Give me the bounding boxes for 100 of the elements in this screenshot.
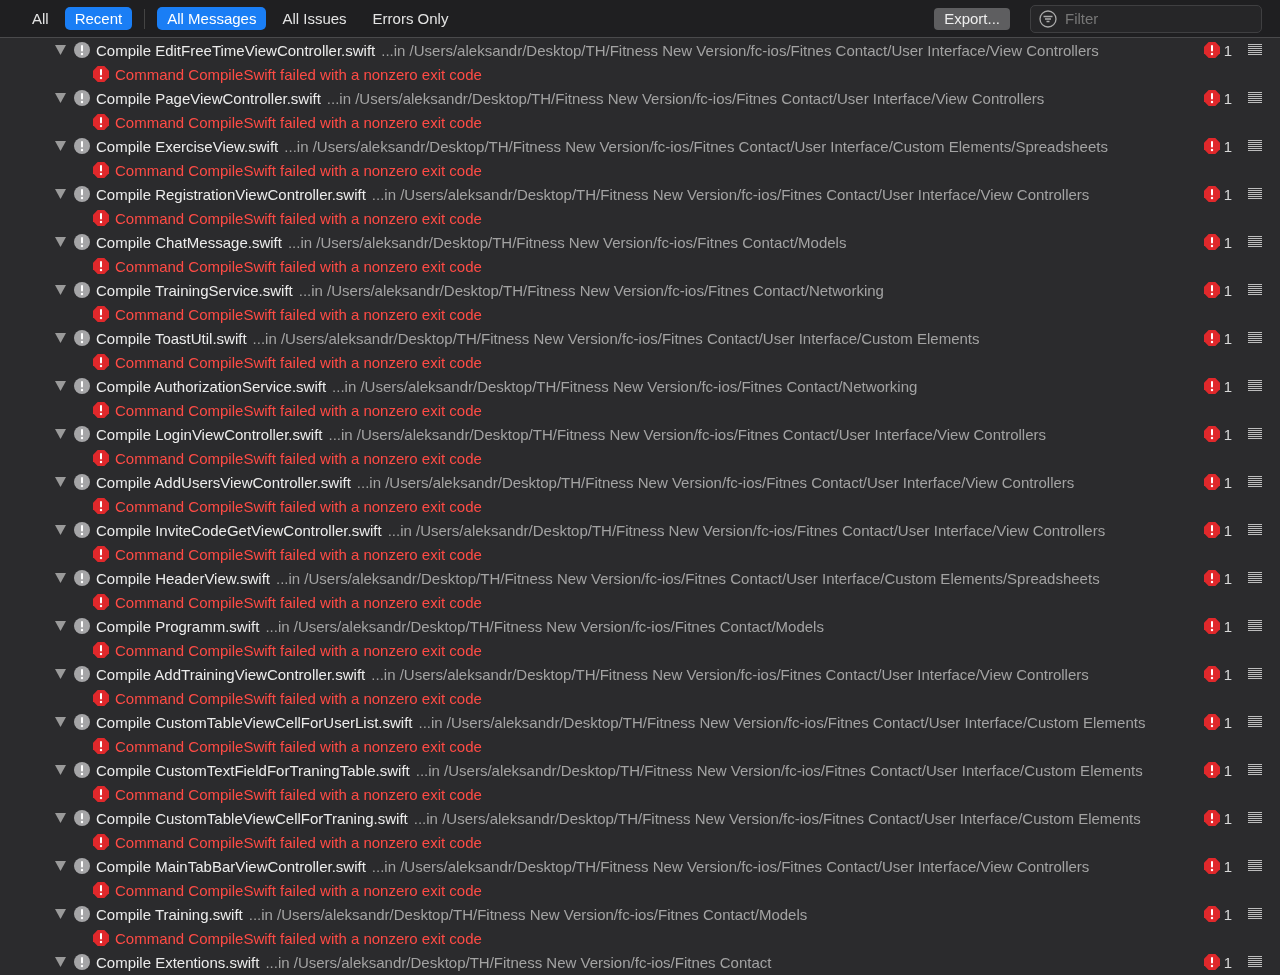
error-icon bbox=[93, 546, 109, 562]
disclosure-triangle-icon[interactable] bbox=[55, 621, 66, 631]
issue-count: 1 bbox=[1223, 761, 1232, 779]
error-message: Command CompileSwift failed with a nonzero exit code bbox=[115, 833, 482, 851]
filter-tab[interactable]: Errors Only bbox=[362, 7, 459, 30]
error-message: Command CompileSwift failed with a nonzero exit code bbox=[115, 449, 482, 467]
error-message: Command CompileSwift failed with a nonzero exit code bbox=[115, 497, 482, 515]
list-lines-icon[interactable] bbox=[1248, 668, 1262, 680]
issue-count: 1 bbox=[1223, 857, 1232, 875]
issue-count: 1 bbox=[1223, 41, 1232, 59]
list-lines-icon[interactable] bbox=[1248, 236, 1262, 248]
issue-title: Compile InviteCodeGetViewController.swift bbox=[96, 521, 382, 539]
error-message: Command CompileSwift failed with a nonzero exit code bbox=[115, 545, 482, 563]
issue-count: 1 bbox=[1223, 281, 1232, 299]
list-lines-icon[interactable] bbox=[1248, 716, 1262, 728]
error-message: Command CompileSwift failed with a nonzero exit code bbox=[115, 257, 482, 275]
issue-title: Compile PageViewController.swift bbox=[96, 89, 321, 107]
disclosure-triangle-icon[interactable] bbox=[55, 429, 66, 439]
export-button[interactable]: Export... bbox=[934, 7, 1010, 30]
issue-title: Compile AddUsersViewController.swift bbox=[96, 473, 351, 491]
issue-title: Compile ToastUtil.swift bbox=[96, 329, 247, 347]
warning-circle-icon bbox=[74, 618, 90, 634]
issue-location: ...in /Users/aleksandr/Desktop/TH/Fitness New Version/fc-ios/Fitnes Contact/Networking bbox=[298, 281, 885, 299]
disclosure-triangle-icon[interactable] bbox=[55, 45, 66, 55]
disclosure-triangle-icon[interactable] bbox=[55, 717, 66, 727]
issue-location: ...in /Users/aleksandr/Desktop/TH/Fitness New Version/fc-ios/Fitnes Contact/User Interface/Custom Elements bbox=[252, 329, 981, 347]
list-lines-icon[interactable] bbox=[1248, 188, 1262, 200]
list-lines-icon[interactable] bbox=[1248, 92, 1262, 104]
error-icon bbox=[93, 66, 109, 82]
error-message: Command CompileSwift failed with a nonzero exit code bbox=[115, 161, 482, 179]
list-lines-icon[interactable] bbox=[1248, 524, 1262, 536]
list-lines-icon[interactable] bbox=[1248, 812, 1262, 824]
disclosure-triangle-icon[interactable] bbox=[55, 381, 66, 391]
disclosure-triangle-icon[interactable] bbox=[55, 237, 66, 247]
warning-circle-icon bbox=[74, 714, 90, 730]
list-lines-icon[interactable] bbox=[1248, 620, 1262, 632]
filter-tab[interactable]: All Issues bbox=[272, 7, 357, 30]
disclosure-triangle-icon[interactable] bbox=[55, 333, 66, 343]
issue-location: ...in /Users/aleksandr/Desktop/TH/Fitness New Version/fc-ios/Fitnes Contact/User Interface/Custom Elements bbox=[418, 713, 1147, 731]
error-icon bbox=[93, 594, 109, 610]
issue-location: ...in /Users/aleksandr/Desktop/TH/Fitness New Version/fc-ios/Fitnes Contact/Models bbox=[248, 905, 809, 923]
disclosure-triangle-icon[interactable] bbox=[55, 861, 66, 871]
issue-title: Compile Programm.swift bbox=[96, 617, 260, 635]
error-icon bbox=[1203, 282, 1220, 298]
issue-title: Compile CustomTableViewCellForTraning.swift bbox=[96, 809, 408, 827]
error-icon bbox=[1203, 618, 1220, 634]
disclosure-triangle-icon[interactable] bbox=[55, 189, 66, 199]
list-lines-icon[interactable] bbox=[1248, 908, 1262, 920]
warning-circle-icon bbox=[74, 234, 90, 250]
list-lines-icon[interactable] bbox=[1248, 956, 1262, 968]
warning-circle-icon bbox=[74, 954, 90, 970]
issue-location: ...in /Users/aleksandr/Desktop/TH/Fitness New Version/fc-ios/Fitnes Contact/Networking bbox=[332, 377, 919, 395]
list-lines-icon[interactable] bbox=[1248, 44, 1262, 56]
disclosure-triangle-icon[interactable] bbox=[55, 477, 66, 487]
scope-tab[interactable]: Recent bbox=[64, 7, 133, 30]
scope-tab[interactable]: All bbox=[22, 7, 59, 30]
filter-icon bbox=[1039, 9, 1057, 28]
issue-location: ...in /Users/aleksandr/Desktop/TH/Fitness New Version/fc-ios/Fitnes Contact/User Interface/View Controllers bbox=[371, 185, 1091, 203]
disclosure-triangle-icon[interactable] bbox=[55, 525, 66, 535]
disclosure-triangle-icon[interactable] bbox=[55, 909, 66, 919]
warning-circle-icon bbox=[74, 570, 90, 586]
disclosure-triangle-icon[interactable] bbox=[55, 669, 66, 679]
issue-title: Compile ExerciseView.swift bbox=[96, 137, 279, 155]
error-message: Command CompileSwift failed with a nonzero exit code bbox=[115, 305, 482, 323]
list-lines-icon[interactable] bbox=[1248, 572, 1262, 584]
disclosure-triangle-icon[interactable] bbox=[55, 285, 66, 295]
warning-circle-icon bbox=[74, 666, 90, 682]
disclosure-triangle-icon[interactable] bbox=[55, 93, 66, 103]
error-message: Command CompileSwift failed with a nonzero exit code bbox=[115, 929, 482, 947]
issue-title: Compile ChatMessage.swift bbox=[96, 233, 282, 251]
error-icon bbox=[1203, 138, 1220, 154]
disclosure-triangle-icon[interactable] bbox=[55, 141, 66, 151]
error-message: Command CompileSwift failed with a nonzero exit code bbox=[115, 113, 482, 131]
list-lines-icon[interactable] bbox=[1248, 284, 1262, 296]
list-lines-icon[interactable] bbox=[1248, 428, 1262, 440]
list-lines-icon[interactable] bbox=[1248, 860, 1262, 872]
list-lines-icon[interactable] bbox=[1248, 140, 1262, 152]
error-message: Command CompileSwift failed with a nonzero exit code bbox=[115, 689, 482, 707]
error-icon bbox=[93, 498, 109, 514]
filter-tab[interactable]: All Messages bbox=[157, 7, 267, 30]
error-icon bbox=[93, 258, 109, 274]
error-icon bbox=[1203, 954, 1220, 970]
warning-circle-icon bbox=[74, 378, 90, 394]
warning-circle-icon bbox=[74, 90, 90, 106]
error-message: Command CompileSwift failed with a nonzero exit code bbox=[115, 641, 482, 659]
disclosure-triangle-icon[interactable] bbox=[55, 813, 66, 823]
list-lines-icon[interactable] bbox=[1248, 332, 1262, 344]
disclosure-triangle-icon[interactable] bbox=[55, 957, 66, 967]
disclosure-triangle-icon[interactable] bbox=[55, 573, 66, 583]
error-icon bbox=[93, 114, 109, 130]
list-lines-icon[interactable] bbox=[1248, 476, 1262, 488]
list-lines-icon[interactable] bbox=[1248, 380, 1262, 392]
error-icon bbox=[93, 450, 109, 466]
list-lines-icon[interactable] bbox=[1248, 764, 1262, 776]
filter-field[interactable]: Filter bbox=[1030, 4, 1262, 33]
error-icon bbox=[93, 402, 109, 418]
disclosure-triangle-icon[interactable] bbox=[55, 765, 66, 775]
issue-title: Compile AddTrainingViewController.swift bbox=[96, 665, 366, 683]
warning-circle-icon bbox=[74, 522, 90, 538]
error-icon bbox=[1203, 666, 1220, 682]
